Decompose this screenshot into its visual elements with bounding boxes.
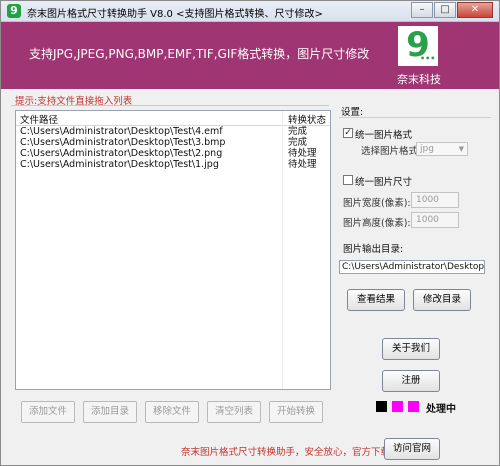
processing-status: 处理中 — [426, 404, 456, 415]
format-select-value: jpg — [420, 144, 434, 154]
divider — [339, 117, 491, 118]
file-status: 完成 — [288, 126, 308, 137]
output-dir-field[interactable]: C:\Users\Administrator\Desktop — [339, 260, 485, 274]
minimize-icon: – — [419, 4, 425, 15]
chevron-down-icon: ▼ — [458, 145, 464, 153]
status-square — [408, 401, 419, 412]
height-label: 图片高度(像素): — [343, 218, 411, 229]
view-result-button[interactable]: 查看结果 — [347, 289, 405, 311]
file-path: C:\Users\Administrator\Desktop\Test\2.pn… — [20, 148, 223, 159]
file-status: 待处理 — [288, 159, 317, 170]
maximize-icon: □ — [440, 4, 450, 15]
maximize-button[interactable]: □ — [434, 2, 456, 18]
window-title: 奈末图片格式尺寸转换助手 V8.0 <支持图片格式转换、尺寸修改> — [27, 9, 323, 20]
logo-caption: 奈末科技 — [397, 73, 441, 86]
table-row[interactable]: C:\Users\Administrator\Desktop\Test\4.em… — [16, 126, 330, 137]
app-window: 9 奈末图片格式尺寸转换助手 V8.0 <支持图片格式转换、尺寸修改> – □ … — [0, 0, 500, 466]
footer-text: 奈末图片格式尺寸转换助手，安全放心，官方下载-- — [181, 447, 397, 458]
add-file-button[interactable]: 添加文件 — [21, 401, 75, 423]
checkmark-icon: ✓ — [344, 128, 352, 138]
unify-format-label: 统一图片格式 — [355, 130, 413, 141]
file-path: C:\Users\Administrator\Desktop\Test\1.jp… — [20, 159, 219, 170]
visit-website-button[interactable]: 访问官网 — [384, 438, 440, 460]
width-input[interactable]: 1000 — [411, 192, 459, 208]
unify-size-checkbox[interactable] — [343, 175, 353, 185]
modify-dir-button[interactable]: 修改目录 — [413, 289, 471, 311]
height-input[interactable]: 1000 — [411, 212, 459, 228]
unify-size-label: 统一图片尺寸 — [355, 177, 413, 188]
register-button[interactable]: 注册 — [382, 370, 440, 392]
title-bar: 9 奈末图片格式尺寸转换助手 V8.0 <支持图片格式转换、尺寸修改> – □ … — [1, 1, 499, 22]
file-path: C:\Users\Administrator\Desktop\Test\3.bm… — [20, 137, 226, 148]
column-header-status[interactable]: 转换状态 — [288, 112, 326, 126]
close-icon: ✕ — [470, 4, 480, 15]
start-convert-button[interactable]: 开始转换 — [269, 401, 323, 423]
about-us-button[interactable]: 关于我们 — [382, 338, 440, 360]
table-row[interactable]: C:\Users\Administrator\Desktop\Test\2.pn… — [16, 148, 330, 159]
add-directory-button[interactable]: 添加目录 — [83, 401, 137, 423]
window-controls: – □ ✕ — [410, 2, 493, 18]
output-dir-label: 图片输出目录: — [343, 244, 404, 255]
table-row[interactable]: C:\Users\Administrator\Desktop\Test\1.jp… — [16, 159, 330, 170]
minimize-button[interactable]: – — [411, 2, 433, 18]
remove-file-button[interactable]: 移除文件 — [145, 401, 199, 423]
width-label: 图片宽度(像素): — [343, 198, 411, 209]
settings-heading: 设置: — [341, 107, 364, 118]
status-square — [376, 401, 387, 412]
close-button[interactable]: ✕ — [457, 2, 493, 18]
file-list[interactable]: 文件路径 转换状态 C:\Users\Administrator\Desktop… — [15, 110, 331, 390]
logo-dots: ••• — [420, 54, 436, 63]
unify-format-checkbox[interactable]: ✓ — [343, 128, 353, 138]
column-header-path[interactable]: 文件路径 — [20, 112, 58, 126]
clear-list-button[interactable]: 清空列表 — [207, 401, 261, 423]
file-path: C:\Users\Administrator\Desktop\Test\4.em… — [20, 126, 223, 137]
format-select-label: 选择图片格式: — [361, 146, 422, 157]
table-row[interactable]: C:\Users\Administrator\Desktop\Test\3.bm… — [16, 137, 330, 148]
file-status: 待处理 — [288, 148, 317, 159]
format-select[interactable]: jpg ▼ — [416, 142, 468, 156]
banner-text: 支持JPG,JPEG,PNG,BMP,EMF,TIF,GIF格式转换，图片尺寸修… — [29, 47, 370, 61]
banner: 支持JPG,JPEG,PNG,BMP,EMF,TIF,GIF格式转换，图片尺寸修… — [1, 22, 499, 89]
logo: 9 ••• — [398, 26, 438, 66]
app-icon: 9 — [7, 4, 21, 18]
status-square — [392, 401, 403, 412]
divider — [11, 105, 329, 106]
file-status: 完成 — [288, 137, 308, 148]
